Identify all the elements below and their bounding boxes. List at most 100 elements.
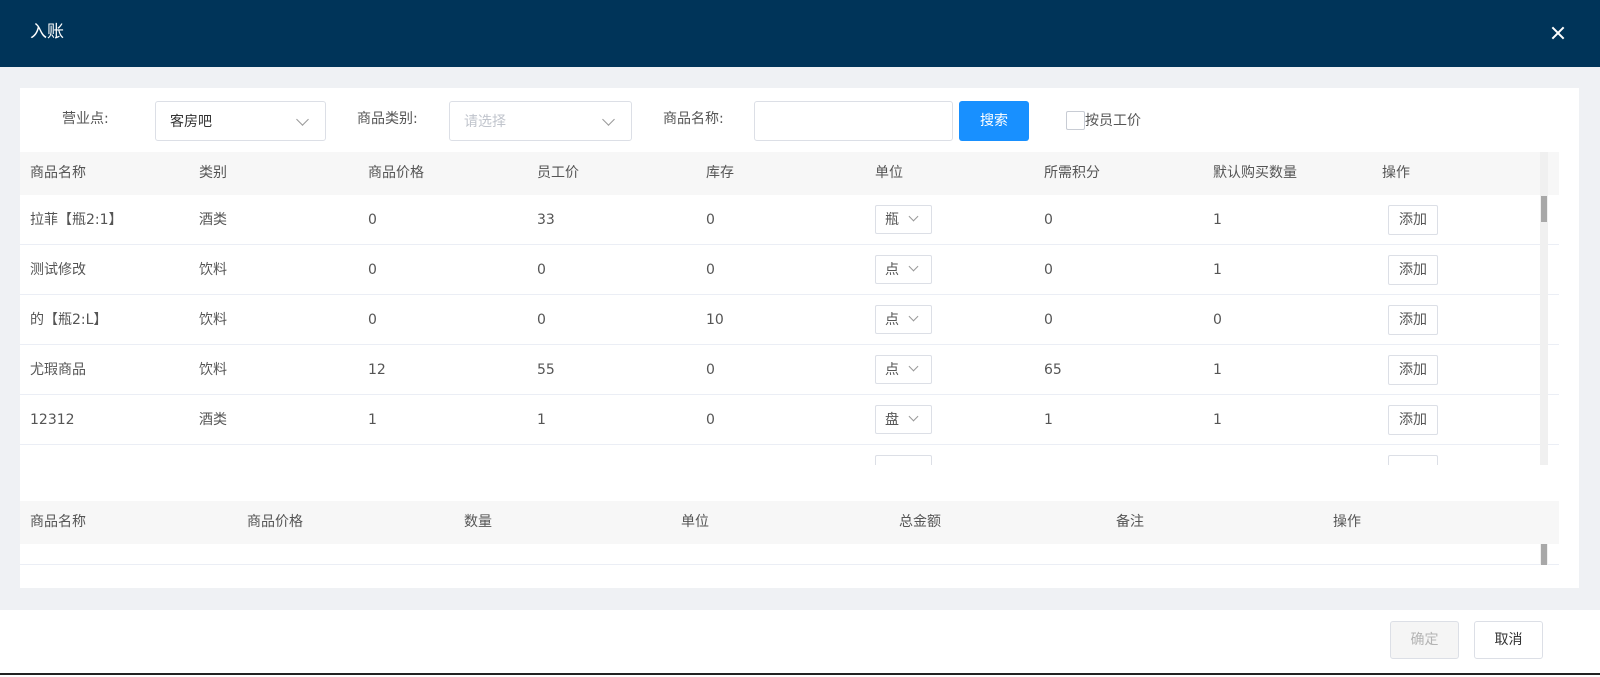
add-button[interactable]: 添加 <box>1388 255 1438 285</box>
cell-price: 0 <box>368 262 377 278</box>
cell-staff-price: 0 <box>537 262 546 278</box>
unit-value: 点 <box>885 262 899 278</box>
cell-name: 测试修改 <box>30 262 86 278</box>
unit-select[interactable]: 点 <box>875 355 932 384</box>
dialog-title: 入账 <box>30 22 64 42</box>
table-row: 尤瑕商品 饮料 12 55 0 点 65 1 添加 <box>20 345 1559 395</box>
add-button[interactable]: 添加 <box>1388 405 1438 435</box>
products-scrollbar-thumb[interactable] <box>1541 196 1547 222</box>
cell-price: 0 <box>368 212 377 228</box>
cell-category: 饮料 <box>199 262 227 278</box>
cell-name: 的【瓶2:L】 <box>30 312 108 328</box>
cell-price: 0 <box>368 312 377 328</box>
header-action: 操作 <box>1382 165 1410 181</box>
cancel-button[interactable]: 取消 <box>1474 621 1543 659</box>
cell-name: 尤瑕商品 <box>30 362 86 378</box>
category-placeholder: 请选择 <box>464 114 506 130</box>
chevron-down-icon <box>908 211 919 222</box>
cell-stock: 0 <box>706 212 715 228</box>
products-table-header: 商品名称 类别 商品价格 员工价 库存 单位 所需积分 默认购买数量 操作 <box>20 152 1559 195</box>
header-name: 商品名称 <box>30 165 86 181</box>
header-staff-price: 员工价 <box>537 165 579 181</box>
category-label: 商品类别: <box>357 111 418 127</box>
chevron-down-icon <box>908 261 919 272</box>
header-stock: 库存 <box>706 165 734 181</box>
unit-value: 点 <box>885 362 899 378</box>
cell-points: 0 <box>1044 212 1053 228</box>
product-name-label: 商品名称: <box>663 111 724 127</box>
chevron-down-icon <box>908 361 919 372</box>
header-action: 操作 <box>1333 514 1361 530</box>
cell-stock: 10 <box>706 312 724 328</box>
cell-points: 65 <box>1044 362 1062 378</box>
dialog-body: 营业点: 客房吧 商品类别: 请选择 商品名称: 搜索 按员工价 商品名称 类别… <box>0 67 1600 610</box>
chevron-down-icon <box>602 113 615 126</box>
selected-table-header: 商品名称 商品价格 数量 单位 总金额 备注 操作 <box>20 501 1559 544</box>
cell-staff-price: 55 <box>537 362 555 378</box>
unit-select[interactable] <box>875 455 932 465</box>
dialog-header: 入账 <box>0 0 1600 67</box>
confirm-button[interactable]: 确定 <box>1390 621 1459 659</box>
products-table: 商品名称 类别 商品价格 员工价 库存 单位 所需积分 默认购买数量 操作 拉菲… <box>20 152 1559 465</box>
business-point-value: 客房吧 <box>170 114 212 130</box>
employee-price-label: 按员工价 <box>1085 113 1141 129</box>
unit-value: 盘 <box>885 412 899 428</box>
selected-scrollbar[interactable] <box>1540 544 1548 565</box>
header-total: 总金额 <box>899 514 941 530</box>
selected-scrollbar-thumb[interactable] <box>1541 544 1547 565</box>
cell-points: 0 <box>1044 262 1053 278</box>
empty-row <box>20 544 1559 565</box>
business-point-select[interactable]: 客房吧 <box>155 101 326 141</box>
header-points: 所需积分 <box>1044 165 1100 181</box>
add-button[interactable]: 添加 <box>1388 205 1438 235</box>
unit-select[interactable]: 点 <box>875 305 932 334</box>
cell-category: 饮料 <box>199 362 227 378</box>
cell-default-qty: 1 <box>1213 412 1222 428</box>
table-row: 的【瓶2:L】 饮料 0 0 10 点 0 0 添加 <box>20 295 1559 345</box>
cell-points: 0 <box>1044 312 1053 328</box>
cell-points: 1 <box>1044 412 1053 428</box>
chevron-down-icon <box>908 311 919 322</box>
search-button[interactable]: 搜索 <box>959 101 1029 141</box>
cell-stock: 0 <box>706 362 715 378</box>
cell-default-qty: 0 <box>1213 312 1222 328</box>
content-panel: 营业点: 客房吧 商品类别: 请选择 商品名称: 搜索 按员工价 商品名称 类别… <box>20 88 1579 588</box>
cell-stock: 0 <box>706 262 715 278</box>
cell-price: 1 <box>368 412 377 428</box>
chevron-down-icon <box>908 411 919 422</box>
header-default-qty: 默认购买数量 <box>1213 165 1297 181</box>
table-row: 拉菲【瓶2:1】 酒类 0 33 0 瓶 0 1 添加 <box>20 195 1559 245</box>
cell-default-qty: 1 <box>1213 362 1222 378</box>
cell-staff-price: 33 <box>537 212 555 228</box>
unit-select[interactable]: 点 <box>875 255 932 284</box>
cell-default-qty: 1 <box>1213 212 1222 228</box>
header-remark: 备注 <box>1116 514 1144 530</box>
add-button[interactable]: 添加 <box>1388 355 1438 385</box>
cell-staff-price: 0 <box>537 312 546 328</box>
header-qty: 数量 <box>464 514 492 530</box>
unit-value: 点 <box>885 312 899 328</box>
header-unit: 单位 <box>681 514 709 530</box>
add-button[interactable] <box>1388 455 1438 465</box>
header-name: 商品名称 <box>30 514 86 530</box>
cell-staff-price: 1 <box>537 412 546 428</box>
selected-table: 商品名称 商品价格 数量 单位 总金额 备注 操作 <box>20 501 1559 565</box>
cell-category: 饮料 <box>199 312 227 328</box>
header-category: 类别 <box>199 165 227 181</box>
cell-category: 酒类 <box>199 212 227 228</box>
business-point-label: 营业点: <box>62 111 109 127</box>
unit-select[interactable]: 瓶 <box>875 205 932 234</box>
unit-select[interactable]: 盘 <box>875 405 932 434</box>
cell-category: 酒类 <box>199 412 227 428</box>
cell-name: 拉菲【瓶2:1】 <box>30 212 123 228</box>
products-scrollbar[interactable] <box>1540 152 1548 465</box>
employee-price-checkbox[interactable] <box>1066 111 1085 130</box>
unit-value: 瓶 <box>885 212 899 228</box>
close-icon[interactable] <box>1545 20 1571 46</box>
chevron-down-icon <box>296 113 309 126</box>
add-button[interactable]: 添加 <box>1388 305 1438 335</box>
category-select[interactable]: 请选择 <box>449 101 632 141</box>
header-price: 商品价格 <box>247 514 303 530</box>
product-name-input[interactable] <box>754 101 953 141</box>
header-unit: 单位 <box>875 165 903 181</box>
